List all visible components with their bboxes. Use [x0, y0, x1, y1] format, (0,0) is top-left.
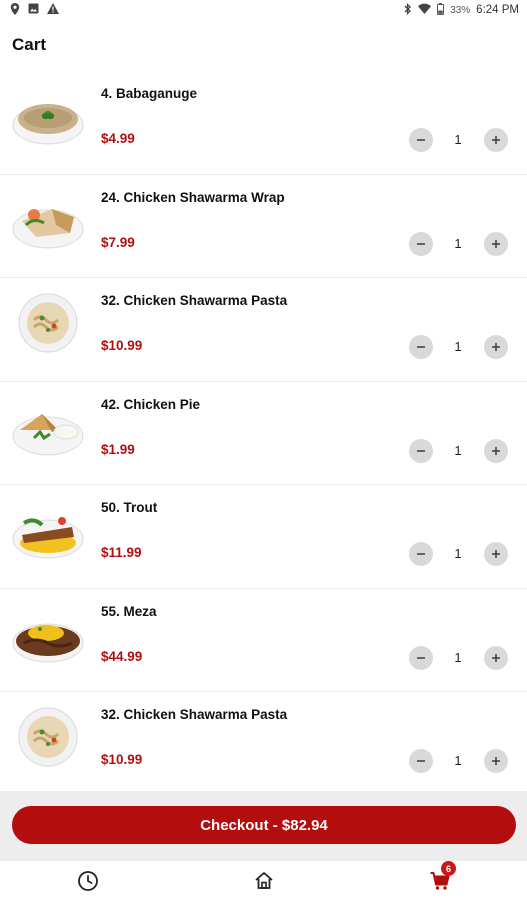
item-thumbnail: [12, 189, 84, 251]
gallery-icon: [28, 3, 39, 17]
item-name: 32. Chicken Shawarma Pasta: [101, 293, 288, 308]
decrease-quantity-button[interactable]: [409, 335, 433, 359]
quantity-value: 1: [454, 442, 462, 458]
item-thumbnail: [12, 292, 84, 354]
cart-item: 32. Chicken Shawarma Pasta $10.99 1: [0, 692, 527, 792]
item-name: 4. Babaganuge: [101, 86, 198, 101]
decrease-quantity-button[interactable]: [409, 438, 433, 463]
item-name: 42. Chicken Pie: [101, 396, 201, 412]
minus-icon: [417, 760, 425, 762]
plus-icon: [492, 446, 500, 455]
minus-icon: [417, 656, 425, 659]
quantity-value: 1: [454, 649, 462, 665]
increase-quantity-button[interactable]: [484, 128, 508, 152]
status-bar: 33% 6:24 PM: [0, 0, 527, 20]
bottom-nav: 6: [0, 861, 527, 900]
page-title: Cart: [12, 35, 47, 54]
location-icon: [10, 2, 20, 18]
plus-icon: [492, 757, 500, 765]
cart-item: 50. Trout $11.99 1: [0, 485, 527, 589]
cart-count-badge: 6: [441, 861, 456, 876]
minus-icon: [417, 346, 425, 348]
cart-item: 4. Babaganuge $4.99 1: [0, 71, 527, 175]
item-thumbnail: [12, 85, 84, 147]
item-thumbnail: [12, 396, 84, 458]
checkout-button[interactable]: Checkout - $82.94: [12, 806, 516, 844]
plus-icon: [492, 653, 500, 662]
decrease-quantity-button[interactable]: [409, 749, 433, 773]
plus-icon: [492, 550, 500, 558]
increase-quantity-button[interactable]: [484, 749, 508, 773]
item-name: 32. Chicken Shawarma Pasta: [101, 707, 288, 722]
minus-icon: [417, 242, 425, 245]
cart-item: 42. Chicken Pie $1.99 1: [0, 382, 527, 485]
battery-percentage: 33%: [450, 4, 471, 16]
history-icon: [78, 871, 98, 891]
cart-item: 32. Chicken Shawarma Pasta $10.99 1: [0, 278, 527, 382]
increase-quantity-button[interactable]: [484, 542, 508, 566]
nav-order-history[interactable]: [76, 869, 100, 893]
quantity-value: 1: [454, 339, 462, 354]
checkout-panel: Checkout - $82.94: [0, 791, 527, 861]
decrease-quantity-button[interactable]: [409, 128, 433, 152]
item-price: $7.99: [101, 234, 135, 250]
item-price: $11.99: [101, 545, 142, 560]
bluetooth-icon: [404, 2, 412, 18]
item-thumbnail: [12, 603, 84, 665]
minus-icon: [417, 553, 425, 555]
quantity-value: 1: [454, 753, 462, 768]
item-thumbnail: [12, 706, 84, 768]
item-price: $44.99: [101, 648, 143, 664]
cart-item: 24. Chicken Shawarma Wrap $7.99 1: [0, 175, 527, 278]
warning-icon: [47, 3, 59, 17]
item-name: 50. Trout: [101, 500, 158, 515]
item-price: $1.99: [101, 441, 135, 457]
quantity-value: 1: [454, 132, 462, 147]
item-price: $4.99: [101, 131, 135, 146]
battery-icon: [437, 2, 445, 18]
increase-quantity-button[interactable]: [484, 645, 508, 670]
item-name: 24. Chicken Shawarma Wrap: [101, 189, 285, 205]
nav-cart[interactable]: 6: [428, 861, 456, 893]
clock-time: 6:24 PM: [476, 4, 519, 16]
item-price: $10.99: [101, 752, 143, 767]
item-price: $10.99: [101, 338, 143, 353]
wifi-icon: [418, 3, 432, 17]
status-right: 33% 6:24 PM: [404, 2, 519, 18]
increase-quantity-button[interactable]: [484, 231, 508, 256]
quantity-value: 1: [454, 546, 462, 561]
item-name: 55. Meza: [101, 603, 157, 619]
minus-icon: [417, 139, 425, 141]
item-thumbnail: [12, 499, 84, 561]
status-left: [10, 2, 59, 18]
plus-icon: [492, 343, 500, 351]
minus-icon: [417, 449, 425, 452]
cart-item: 55. Meza $44.99 1: [0, 589, 527, 692]
decrease-quantity-button[interactable]: [409, 542, 433, 566]
plus-icon: [492, 239, 500, 248]
quantity-value: 1: [454, 235, 462, 251]
decrease-quantity-button[interactable]: [409, 645, 433, 670]
increase-quantity-button[interactable]: [484, 335, 508, 359]
plus-icon: [492, 136, 500, 144]
nav-home[interactable]: [252, 869, 276, 893]
home-icon: [255, 872, 273, 889]
cart-list: 4. Babaganuge $4.99 1 24. Chicken Shawar…: [0, 71, 527, 792]
decrease-quantity-button[interactable]: [409, 231, 433, 256]
increase-quantity-button[interactable]: [484, 438, 508, 463]
